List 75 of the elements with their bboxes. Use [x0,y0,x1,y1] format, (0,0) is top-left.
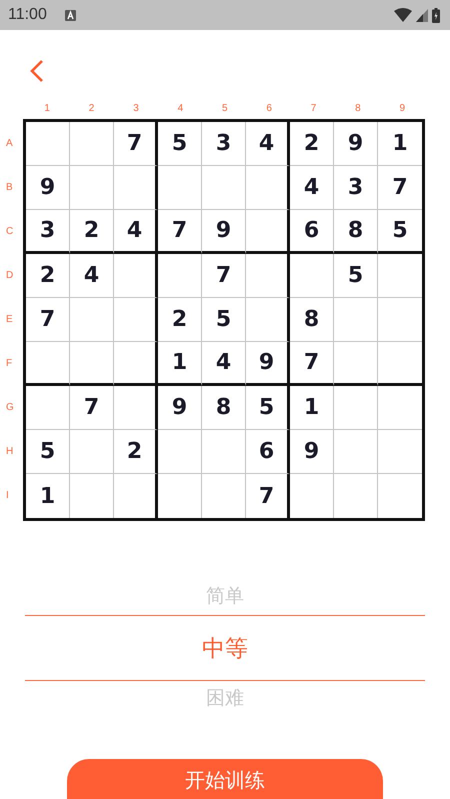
empty-cell[interactable] [114,342,158,386]
row-label: F [5,357,14,371]
sudoku-cell[interactable]: 7 [70,386,114,430]
sudoku-cell[interactable]: 1 [26,474,70,518]
status-time: 11:00 [8,6,47,24]
empty-cell[interactable] [246,210,290,254]
sudoku-cell[interactable]: 9 [334,122,378,166]
row-label: A [5,137,14,151]
sudoku-cell[interactable]: 3 [334,166,378,210]
signal-icon [416,8,428,22]
empty-cell[interactable] [114,166,158,210]
sudoku-cell[interactable]: 2 [158,298,202,342]
sudoku-cell[interactable]: 7 [26,298,70,342]
column-label: 1 [43,103,51,116]
sudoku-cell[interactable]: 2 [26,254,70,298]
sudoku-cell[interactable]: 6 [290,210,334,254]
battery-icon [432,8,440,22]
empty-cell[interactable] [114,298,158,342]
column-label: 7 [310,103,318,116]
row-label: D [5,269,14,283]
column-label: 6 [265,103,273,116]
sudoku-cell[interactable]: 8 [334,210,378,254]
empty-cell[interactable] [246,166,290,210]
sudoku-cell[interactable]: 4 [70,254,114,298]
column-label: 8 [354,103,362,116]
sudoku-cell[interactable]: 1 [378,122,422,166]
sudoku-cell[interactable]: 1 [158,342,202,386]
row-label: E [5,313,14,327]
sudoku-cell[interactable]: 8 [202,386,246,430]
row-label: I [5,489,10,503]
sudoku-cell[interactable]: 5 [158,122,202,166]
row-label: C [5,225,14,239]
column-label: 2 [88,103,96,116]
empty-cell[interactable] [246,254,290,298]
column-label: 3 [132,103,140,116]
sudoku-cell[interactable]: 3 [26,210,70,254]
sudoku-cell[interactable]: 9 [26,166,70,210]
sudoku-cell[interactable]: 7 [202,254,246,298]
sudoku-cell[interactable]: 8 [290,298,334,342]
sudoku-cell[interactable]: 4 [290,166,334,210]
sudoku-cell[interactable]: 9 [158,386,202,430]
sudoku-cell[interactable]: 2 [290,122,334,166]
sudoku-cell[interactable]: 5 [378,210,422,254]
column-label: 5 [220,103,229,116]
sudoku-cell[interactable]: 7 [158,210,202,254]
chevron-left-icon [30,59,44,83]
sudoku-cell[interactable]: 9 [202,210,246,254]
sudoku-cell[interactable]: 7 [378,166,422,210]
empty-cell[interactable] [246,298,290,342]
sudoku-cell[interactable]: 5 [26,430,70,474]
sudoku-cell[interactable]: 7 [114,122,158,166]
empty-cell[interactable] [114,386,158,430]
sudoku-cell[interactable]: 7 [246,474,290,518]
row-label: H [5,445,14,459]
sudoku-cell[interactable]: 3 [202,122,246,166]
sudoku-cell[interactable]: 9 [290,430,334,474]
sudoku-cell[interactable]: 5 [202,298,246,342]
sudoku-cell[interactable]: 4 [114,210,158,254]
sudoku-cell[interactable]: 9 [246,342,290,386]
sudoku-cell[interactable]: 4 [202,342,246,386]
sudoku-cell[interactable]: 5 [334,254,378,298]
wifi-icon [394,8,412,22]
sudoku-cell[interactable]: 6 [246,430,290,474]
notification-icon [64,10,76,20]
sudoku-cell[interactable]: 2 [114,430,158,474]
column-label: 4 [176,103,184,116]
sudoku-cell[interactable]: 2 [70,210,114,254]
sudoku-cell[interactable]: 7 [290,342,334,386]
sudoku-cell[interactable]: 5 [246,386,290,430]
sudoku-cell[interactable]: 1 [290,386,334,430]
column-label: 9 [398,103,406,116]
sudoku-cell[interactable]: 4 [246,122,290,166]
row-label: G [5,401,15,415]
row-label: B [5,181,14,195]
empty-cell[interactable] [114,254,158,298]
